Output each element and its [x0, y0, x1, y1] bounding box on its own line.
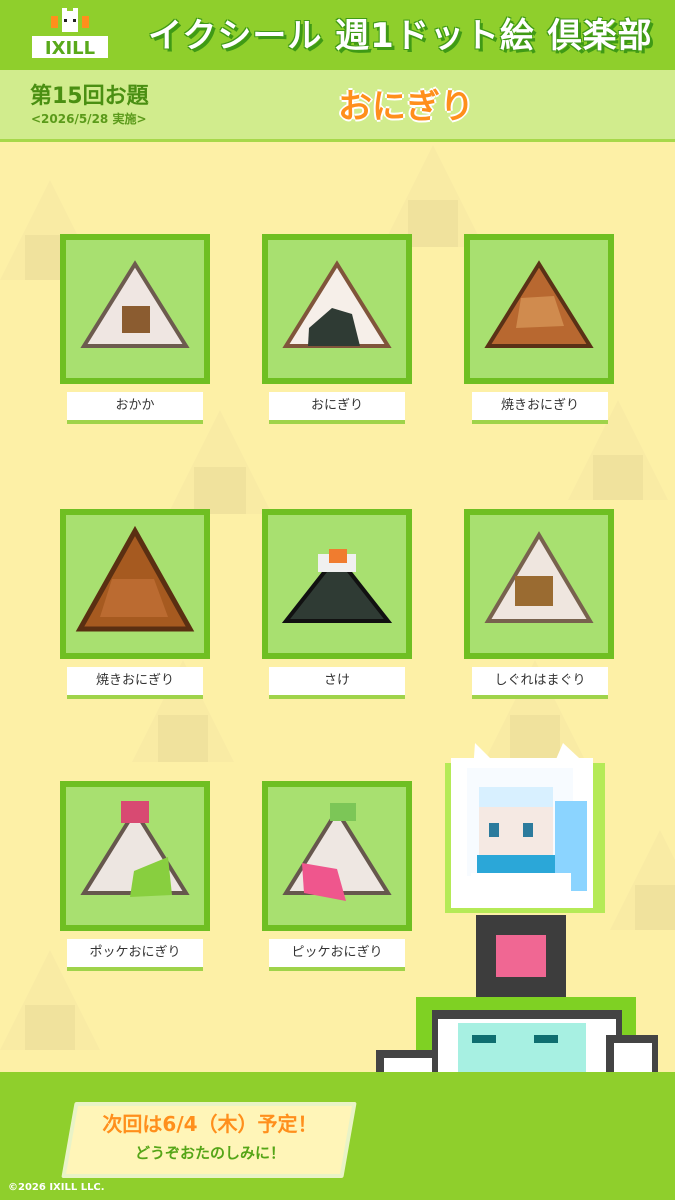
next-session-message: どうぞおたのしみに！ [134, 1144, 285, 1162]
club-title: イクシール 週1ドット絵 倶楽部 [148, 16, 653, 56]
artwork-tile-shigure-hamaguri[interactable] [464, 509, 614, 659]
copyright-text: ©2026 IXILL LLC. [8, 1182, 105, 1193]
sake-onigiri-icon [281, 549, 393, 623]
next-session-date: 次回は6/4（木）予定！ [102, 1112, 318, 1136]
artwork-tile-yaki-onigiri-2[interactable] [60, 509, 210, 659]
artwork-label-shigure-hamaguri: しぐれはまぐり [472, 667, 608, 699]
artwork-tile-sake[interactable] [262, 509, 412, 659]
artwork-tile-pokke-onigiri[interactable] [60, 781, 210, 931]
artwork-label-pokke-onigiri: ポッケおにぎり [67, 939, 203, 971]
background-onigiri-icon [382, 145, 484, 247]
shigure-hamaguri-onigiri-icon [484, 531, 594, 623]
artwork-label-yaki-onigiri-1: 焼きおにぎり [472, 392, 608, 424]
artwork-label-sake: さけ [269, 667, 405, 699]
episode-number: 第15回お題 [30, 84, 149, 109]
yaki-onigiri-icon [75, 525, 195, 632]
artwork-label-onigiri: おにぎり [269, 392, 405, 424]
nori-onigiri-icon [282, 260, 392, 348]
artwork-label-okaka: おかか [67, 392, 203, 424]
artwork-tile-onigiri[interactable] [262, 234, 412, 384]
artwork-tile-pikke-onigiri[interactable] [262, 781, 412, 931]
pokke-onigiri-icon [80, 801, 190, 897]
artwork-tile-okaka[interactable] [60, 234, 210, 384]
topic-title: おにぎり [338, 87, 474, 127]
svg-text:IXILL: IXILL [45, 38, 95, 59]
pixel-character-girl [445, 743, 605, 913]
background-onigiri-icon [168, 410, 272, 514]
yaki-onigiri-icon [484, 260, 594, 348]
ixill-logo: IXILL [28, 8, 112, 64]
artwork-tile-yaki-onigiri-1[interactable] [464, 234, 614, 384]
okaka-onigiri-icon [80, 260, 190, 348]
session-date: <2026/5/28 実施> [31, 112, 147, 126]
artwork-label-yaki-onigiri-2: 焼きおにぎり [67, 667, 203, 699]
pikke-onigiri-icon [282, 803, 392, 901]
